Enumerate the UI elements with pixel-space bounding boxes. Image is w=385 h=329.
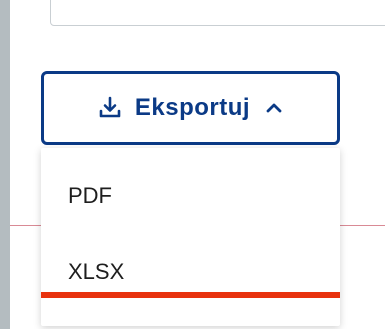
export-dropdown-menu: PDF XLSX — [41, 148, 340, 326]
focus-indicator — [41, 292, 340, 298]
top-input-field[interactable] — [50, 0, 385, 26]
export-button-label: Eksportuj — [134, 94, 251, 121]
menu-item-label: PDF — [68, 183, 112, 208]
menu-item-label: XLSX — [68, 259, 125, 284]
menu-item-pdf[interactable]: PDF — [41, 166, 340, 226]
chevron-up-icon — [264, 98, 284, 118]
export-button[interactable]: Eksportuj — [41, 71, 340, 145]
download-icon — [97, 95, 123, 121]
